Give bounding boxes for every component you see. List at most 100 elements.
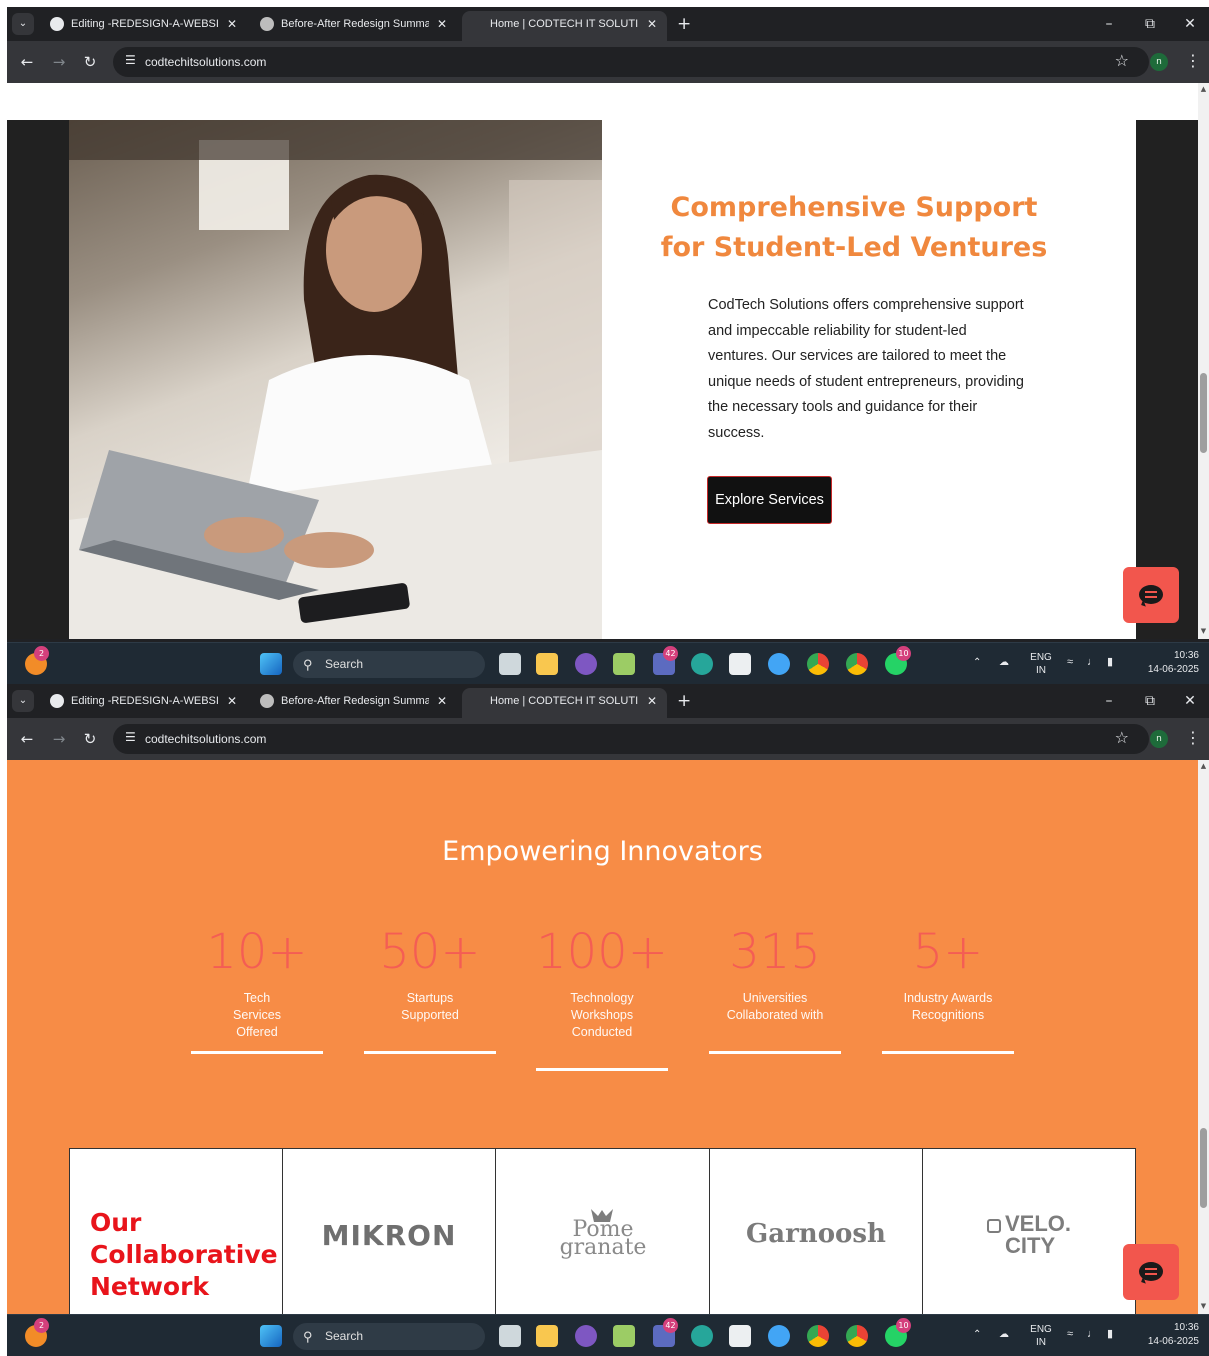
github-icon — [50, 17, 64, 31]
volume-icon[interactable]: ♩ — [1087, 656, 1098, 669]
battery-icon[interactable]: ▮ — [1107, 1328, 1113, 1341]
sync-app-icon[interactable] — [768, 1325, 790, 1347]
tab-search-button[interactable]: ⌄ — [12, 690, 34, 712]
windows-start-icon[interactable] — [260, 1325, 282, 1347]
site-info-icon[interactable]: ☰ — [125, 53, 136, 67]
chrome-icon[interactable] — [807, 1325, 829, 1347]
tab-github-editing[interactable]: Editing -REDESIGN-A-WEBSITE ✕ — [42, 688, 247, 718]
partner-logo-velocity[interactable]: VELO. CITY — [923, 1149, 1137, 1318]
restore-icon[interactable]: ⧉ — [1138, 13, 1162, 35]
close-window-icon[interactable]: ✕ — [1178, 690, 1202, 712]
clock[interactable]: 10:36 14-06-2025 — [1137, 649, 1199, 677]
scroll-down-icon[interactable]: ▼ — [1199, 1302, 1208, 1310]
teams-badge: 42 — [663, 1318, 678, 1333]
partner-logo-pomegranate[interactable]: Pome granate — [496, 1149, 710, 1318]
tab-summary[interactable]: Before-After Redesign Summar ✕ — [252, 11, 457, 41]
stats-section-title: Empowering Innovators — [442, 836, 763, 867]
page-scrollbar[interactable]: ▲ ▼ — [1198, 83, 1209, 639]
edge-icon[interactable] — [691, 653, 713, 675]
cloud-off-icon[interactable]: ☁ — [999, 1328, 1009, 1341]
bookmark-star-icon[interactable]: ☆ — [1115, 728, 1129, 747]
battery-icon[interactable]: ▮ — [1107, 656, 1113, 669]
language-indicator[interactable]: ENG IN — [1029, 1323, 1053, 1349]
wifi-icon[interactable]: ≈ — [1067, 656, 1073, 669]
store-icon[interactable] — [729, 653, 751, 675]
copilot-app-icon[interactable] — [575, 1325, 597, 1347]
edge-icon[interactable] — [691, 1325, 713, 1347]
profile-avatar[interactable]: n — [1150, 53, 1168, 71]
new-tab-button[interactable]: + — [677, 690, 691, 712]
tab-codtech-home[interactable]: Home | CODTECH IT SOLUTION ✕ — [462, 688, 667, 718]
task-view-icon[interactable] — [499, 653, 521, 675]
close-tab-icon[interactable]: ✕ — [227, 688, 237, 714]
stat-label: Startups Supported — [401, 991, 459, 1022]
scroll-up-icon[interactable]: ▲ — [1199, 762, 1208, 770]
close-tab-icon[interactable]: ✕ — [647, 688, 657, 714]
sync-app-icon[interactable] — [768, 653, 790, 675]
stat-number: 50+ — [379, 924, 481, 980]
volume-icon[interactable]: ♩ — [1087, 1328, 1098, 1341]
hero-title: Comprehensive Support for Student-Led Ve… — [602, 188, 1106, 268]
close-tab-icon[interactable]: ✕ — [437, 11, 447, 37]
chat-widget-button[interactable] — [1123, 567, 1179, 623]
address-bar[interactable]: ☰ codtechitsolutions.com ☆ — [113, 47, 1149, 77]
minimize-icon[interactable]: – — [1097, 13, 1121, 35]
profile-avatar[interactable]: n — [1150, 730, 1168, 748]
site-info-icon[interactable]: ☰ — [125, 730, 136, 744]
address-bar[interactable]: ☰ codtechitsolutions.com ☆ — [113, 724, 1149, 754]
partner-logo-garnoosh[interactable]: Garnoosh — [710, 1149, 923, 1318]
forward-arrow-icon[interactable]: → — [47, 50, 71, 74]
forward-arrow-icon[interactable]: → — [47, 727, 71, 751]
tab-title: Home | CODTECH IT SOLUTION — [490, 18, 638, 30]
restore-icon[interactable]: ⧉ — [1138, 690, 1162, 712]
language-indicator[interactable]: ENG IN — [1029, 651, 1053, 677]
tab-codtech-home[interactable]: Home | CODTECH IT SOLUTION ✕ — [462, 11, 667, 41]
pycharm-icon[interactable] — [613, 653, 635, 675]
store-icon[interactable] — [729, 1325, 751, 1347]
scroll-thumb[interactable] — [1200, 1128, 1207, 1208]
close-tab-icon[interactable]: ✕ — [647, 11, 657, 37]
task-view-icon[interactable] — [499, 1325, 521, 1347]
scroll-down-icon[interactable]: ▼ — [1199, 627, 1208, 635]
close-window-icon[interactable]: ✕ — [1178, 13, 1202, 35]
menu-kebab-icon[interactable]: ⋮ — [1185, 51, 1201, 70]
stat-number: 100+ — [536, 924, 668, 980]
tray-chevron-icon[interactable]: ⌃ — [973, 656, 981, 669]
minimize-icon[interactable]: – — [1097, 690, 1121, 712]
stat-label: Industry Awards Recognitions — [903, 991, 993, 1022]
tab-github-editing[interactable]: Editing -REDESIGN-A-WEBSITE ✕ — [42, 11, 247, 41]
reload-icon[interactable]: ↻ — [78, 727, 102, 751]
scroll-up-icon[interactable]: ▲ — [1199, 85, 1208, 93]
taskbar-search[interactable]: ⚲ Search — [293, 651, 485, 678]
back-arrow-icon[interactable]: ← — [15, 50, 39, 74]
back-arrow-icon[interactable]: ← — [15, 727, 39, 751]
chrome-icon[interactable] — [807, 653, 829, 675]
explore-services-button[interactable]: Explore Services — [707, 476, 832, 524]
tab-summary[interactable]: Before-After Redesign Summar ✕ — [252, 688, 457, 718]
clock[interactable]: 10:36 14-06-2025 — [1137, 1321, 1199, 1349]
new-tab-button[interactable]: + — [677, 13, 691, 35]
copilot-app-icon[interactable] — [575, 653, 597, 675]
bookmark-star-icon[interactable]: ☆ — [1115, 51, 1129, 70]
close-tab-icon[interactable]: ✕ — [227, 11, 237, 37]
tab-search-button[interactable]: ⌄ — [12, 13, 34, 35]
cloud-off-icon[interactable]: ☁ — [999, 656, 1009, 669]
partner-logo-mikron[interactable]: MIKRON — [283, 1149, 496, 1318]
menu-kebab-icon[interactable]: ⋮ — [1185, 728, 1201, 747]
file-explorer-icon[interactable] — [536, 653, 558, 675]
pycharm-icon[interactable] — [613, 1325, 635, 1347]
taskbar-search[interactable]: ⚲ Search — [293, 1323, 485, 1350]
scroll-thumb[interactable] — [1200, 373, 1207, 453]
reload-icon[interactable]: ↻ — [78, 50, 102, 74]
logo-text: Garnoosh — [746, 1219, 886, 1249]
tray-chevron-icon[interactable]: ⌃ — [973, 1328, 981, 1341]
chat-widget-button[interactable] — [1123, 1244, 1179, 1300]
chrome-profile-icon[interactable] — [846, 1325, 868, 1347]
page-scrollbar[interactable]: ▲ ▼ — [1198, 760, 1209, 1314]
file-explorer-icon[interactable] — [536, 1325, 558, 1347]
wifi-icon[interactable]: ≈ — [1067, 1328, 1073, 1341]
windows-start-icon[interactable] — [260, 653, 282, 675]
close-tab-icon[interactable]: ✕ — [437, 688, 447, 714]
chrome-profile-icon[interactable] — [846, 653, 868, 675]
whatsapp-badge: 10 — [896, 1318, 911, 1333]
